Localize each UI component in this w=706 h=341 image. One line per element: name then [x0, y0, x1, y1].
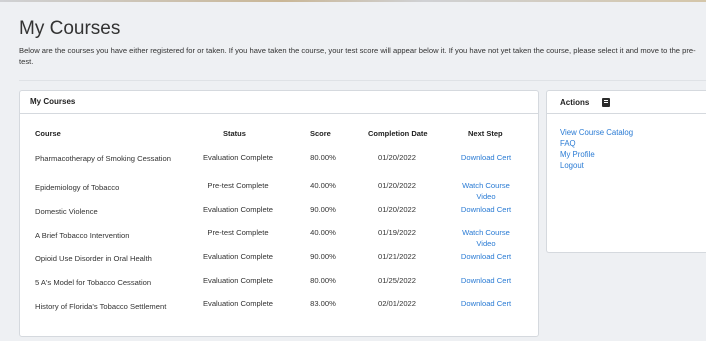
logout-link[interactable]: Logout	[560, 161, 584, 171]
completion-date: 01/20/2022	[377, 205, 416, 214]
course-score: 40.00%	[310, 228, 336, 237]
download-cert-link[interactable]: Download Cert	[447, 152, 525, 163]
course-name: Pharmacotherapy of Smoking Cessation	[35, 154, 171, 163]
panel-header: Actions	[547, 91, 706, 114]
course-score: 83.00%	[310, 299, 336, 308]
download-cert-link[interactable]: Download Cert	[447, 298, 525, 309]
completion-date: 01/19/2022	[377, 228, 416, 237]
course-score: 90.00%	[310, 252, 336, 261]
course-name: Domestic Violence	[35, 207, 98, 216]
course-name: Opioid Use Disorder in Oral Health	[35, 254, 152, 263]
page-title: My Courses	[19, 18, 121, 39]
course-status: Evaluation Complete	[202, 276, 274, 285]
watch-course-video-link[interactable]: Watch Course Video	[456, 180, 516, 202]
my-profile-link[interactable]: My Profile	[560, 150, 595, 160]
course-name: A Brief Tobacco Intervention	[35, 231, 130, 240]
completion-date: 01/20/2022	[377, 181, 416, 190]
actions-panel: Actions View Course Catalog FAQ My Profi…	[546, 90, 706, 253]
course-status: Evaluation Complete	[202, 205, 274, 214]
panel-header: My Courses	[20, 91, 538, 114]
course-score: 40.00%	[310, 181, 336, 190]
top-border	[0, 0, 706, 2]
book-icon	[602, 98, 610, 107]
course-status: Evaluation Complete	[202, 153, 274, 162]
course-status: Evaluation Complete	[202, 252, 274, 261]
course-name: History of Florida's Tobacco Settlement	[35, 302, 167, 311]
page-intro: Below are the courses you have either re…	[19, 46, 696, 66]
course-score: 90.00%	[310, 205, 336, 214]
column-header-status: Status	[223, 129, 246, 138]
course-name: Epidemiology of Tobacco	[35, 183, 120, 192]
view-course-catalog-link[interactable]: View Course Catalog	[560, 128, 633, 138]
course-score: 80.00%	[310, 153, 336, 162]
course-score: 80.00%	[310, 276, 336, 285]
my-courses-panel: My Courses Course Status Score Completio…	[19, 90, 539, 337]
faq-link[interactable]: FAQ	[560, 139, 576, 149]
watch-course-video-link[interactable]: Watch Course Video	[456, 227, 516, 249]
download-cert-link[interactable]: Download Cert	[447, 251, 525, 262]
completion-date: 01/20/2022	[377, 153, 416, 162]
course-status: Pre-test Complete	[207, 228, 269, 237]
column-header-completion-date: Completion Date	[368, 129, 428, 138]
panel-title: My Courses	[30, 97, 76, 106]
column-header-score: Score	[310, 129, 331, 138]
completion-date: 01/25/2022	[377, 276, 416, 285]
completion-date: 02/01/2022	[377, 299, 416, 308]
column-header-next-step: Next Step	[468, 129, 503, 138]
download-cert-link[interactable]: Download Cert	[447, 275, 525, 286]
column-header-course: Course	[35, 129, 61, 138]
divider	[19, 80, 706, 81]
download-cert-link[interactable]: Download Cert	[447, 204, 525, 215]
course-status: Evaluation Complete	[202, 299, 274, 308]
course-name: 5 A's Model for Tobacco Cessation	[35, 278, 152, 287]
actions-title: Actions	[560, 98, 590, 107]
completion-date: 01/21/2022	[377, 252, 416, 261]
course-status: Pre-test Complete	[207, 181, 269, 190]
